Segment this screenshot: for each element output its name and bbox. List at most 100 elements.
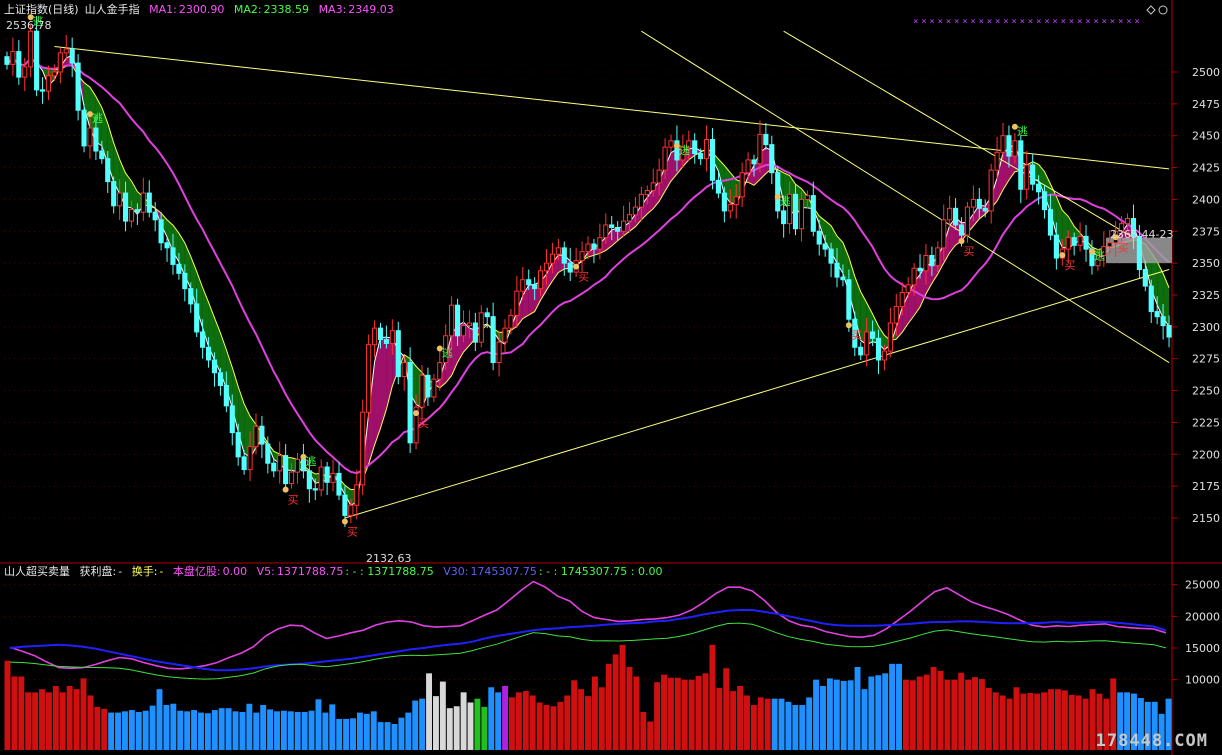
diamond-icon[interactable]	[1146, 5, 1156, 15]
volume-bar	[792, 705, 799, 750]
volume-bar	[667, 677, 674, 750]
star-marker: ×	[1020, 17, 1025, 27]
volume-bar	[1034, 693, 1041, 750]
volume-tick-label: 25000	[1185, 579, 1220, 592]
candle-body	[277, 455, 283, 472]
volume-bar	[785, 701, 792, 750]
buy-marker-dot	[573, 263, 580, 270]
volume-bar	[550, 706, 557, 750]
volume-bar	[66, 686, 73, 750]
candle-body	[312, 488, 318, 491]
candle-body	[140, 192, 146, 213]
escape-marker-label: 逃	[679, 144, 690, 157]
star-marker: ×	[929, 17, 934, 27]
volume-bar	[488, 687, 495, 750]
volume-axis-ticks: 10000 15000 20000 25000	[1172, 579, 1220, 687]
star-marker: ×	[1036, 17, 1041, 27]
star-marker: ×	[1011, 17, 1016, 27]
volume-bar	[170, 703, 177, 750]
star-marker: ×	[1118, 17, 1123, 27]
candle-body	[247, 446, 253, 471]
volume-bar	[149, 705, 156, 750]
star-marker: ×	[954, 17, 959, 27]
candle-body	[893, 305, 899, 324]
star-marker: ×	[1093, 17, 1098, 27]
candle-body	[217, 372, 223, 386]
candle-body	[383, 339, 389, 344]
candle-body	[727, 204, 733, 212]
candle-body	[152, 211, 158, 221]
volume-bar	[1089, 689, 1096, 750]
candle-body	[437, 362, 443, 380]
candle-body	[34, 30, 40, 91]
candle-body	[188, 288, 194, 305]
trendlines	[54, 30, 1172, 519]
volume-bar	[253, 712, 260, 750]
candle-body	[294, 458, 301, 473]
candle-body	[585, 243, 591, 253]
high-price-label: 2536.78	[6, 19, 52, 32]
volume-bar	[419, 698, 426, 750]
star-marker: ×	[1126, 17, 1131, 27]
candle-body	[4, 56, 10, 65]
watermark: 178448.COM	[1095, 731, 1208, 751]
candle-body	[567, 262, 573, 273]
volume-bar	[695, 675, 702, 750]
candle-body	[1083, 235, 1089, 250]
candle-body	[211, 359, 218, 374]
candle-body	[1030, 164, 1036, 185]
candle-body	[176, 263, 182, 274]
volume-bar	[992, 692, 999, 750]
volume-bar	[94, 706, 101, 750]
volume-bar	[384, 722, 391, 750]
candle-body	[715, 179, 722, 194]
buy-marker-label: 买	[418, 417, 429, 430]
candle-body	[1154, 311, 1160, 318]
star-marker: ×	[1003, 17, 1008, 27]
star-marker-row: × × × × × × × × × × × × × × × × × × × × × × × × × × × ×	[913, 17, 1140, 27]
candle-body	[265, 443, 271, 464]
candle-body	[288, 471, 295, 485]
volume-bar	[716, 687, 723, 750]
candle-body	[692, 140, 698, 155]
candle-body	[105, 158, 111, 183]
candle-body	[994, 151, 1000, 171]
volume-tick-label: 15000	[1185, 642, 1220, 655]
candle-body	[1136, 235, 1142, 271]
candle-body	[425, 374, 431, 398]
volume-bar	[405, 712, 412, 750]
volume-bar	[377, 722, 384, 750]
candle-body	[354, 484, 360, 506]
volume-bar	[806, 697, 813, 750]
volume-bar	[121, 711, 128, 750]
volume-bar	[557, 701, 564, 750]
volume-bar	[218, 708, 225, 750]
candle-body	[69, 48, 75, 64]
volume-tick-label: 20000	[1185, 610, 1220, 623]
star-marker: ×	[913, 17, 918, 27]
candle-body	[16, 51, 22, 78]
candle-body	[502, 327, 508, 343]
candle-body	[51, 71, 57, 77]
volume-bar	[246, 703, 253, 750]
volume-bar	[944, 679, 951, 750]
candle-body	[1047, 209, 1054, 236]
circle-icon[interactable]	[1158, 5, 1168, 15]
buy-marker-dot	[341, 518, 348, 525]
candle-body	[466, 322, 472, 327]
candle-body	[626, 214, 633, 222]
volume-bar	[965, 679, 972, 750]
candle-body	[905, 284, 911, 293]
candle-body	[128, 209, 135, 222]
volume-bar	[460, 692, 467, 750]
price-tick-label: 2425	[1192, 162, 1220, 175]
candle-body	[698, 153, 704, 160]
star-marker: ×	[987, 17, 992, 27]
buy-marker-dot	[958, 238, 965, 245]
v30-label: V30:	[443, 565, 469, 578]
chart-canvas[interactable]: 2150 2175 2200 2225 2250 2275 2300 2325 2350 2375…	[0, 0, 1222, 755]
candle-body	[656, 169, 662, 184]
volume-bar	[177, 710, 184, 750]
volume-bar	[260, 705, 267, 750]
profit-label: 获利盘:	[79, 565, 117, 578]
